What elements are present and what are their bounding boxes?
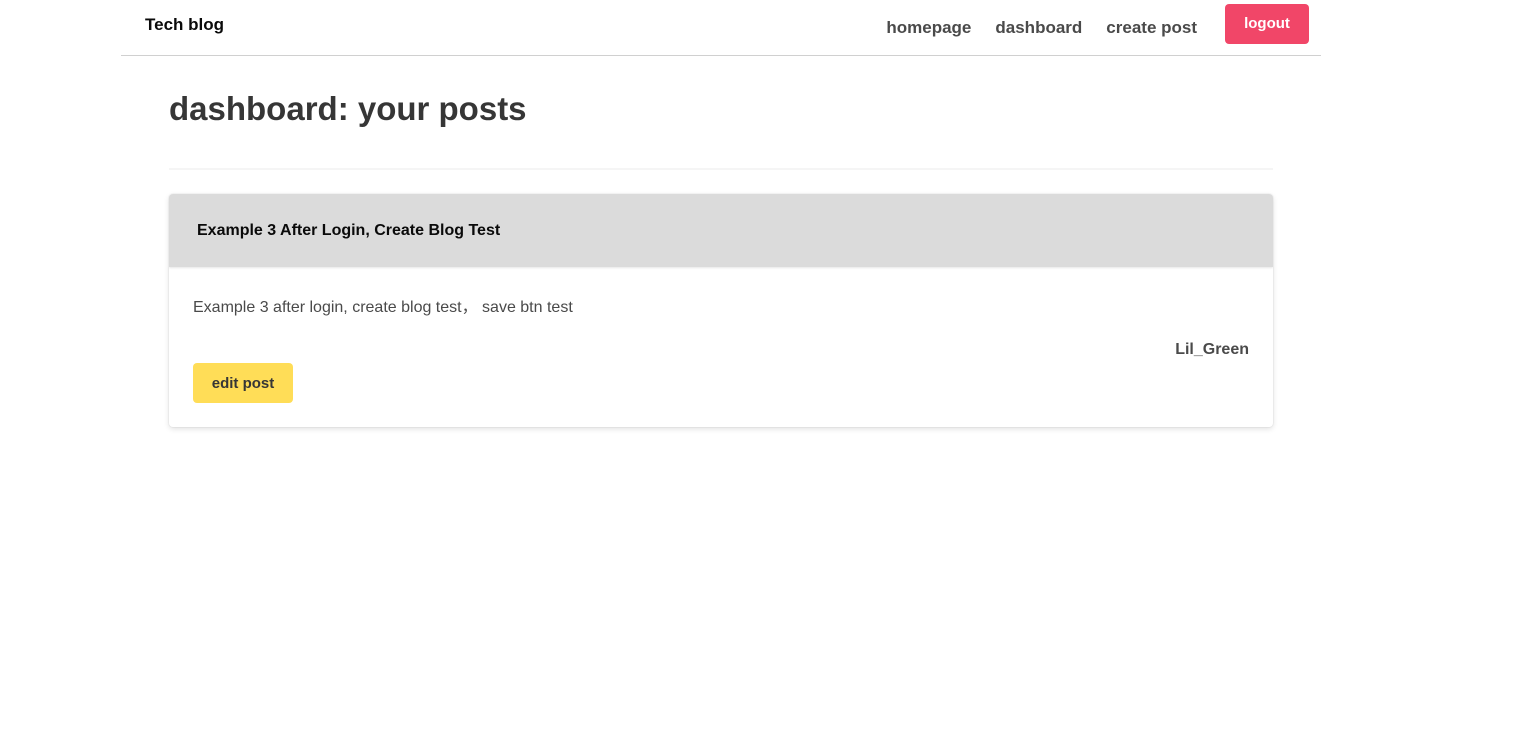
post-author: Lil_Green — [1175, 341, 1249, 358]
divider — [169, 168, 1273, 170]
post-card-header: Example 3 After Login, Create Blog Test — [169, 194, 1273, 267]
nav-link-homepage[interactable]: homepage — [886, 18, 971, 38]
post-title: Example 3 After Login, Create Blog Test — [197, 221, 501, 239]
post-card-body: Example 3 after login, create blog test，… — [169, 267, 1273, 427]
page-title: dashboard: your posts — [169, 90, 527, 127]
brand-logo[interactable]: Tech blog — [145, 15, 224, 35]
nav-links: homepage dashboard create post logout — [886, 0, 1321, 55]
post-card: Example 3 After Login, Create Blog Test … — [169, 194, 1273, 427]
post-content: Example 3 after login, create blog test，… — [193, 299, 573, 316]
nav-link-create-post[interactable]: create post — [1106, 18, 1197, 38]
navbar: Tech blog homepage dashboard create post… — [121, 0, 1321, 56]
nav-link-dashboard[interactable]: dashboard — [995, 18, 1082, 38]
logout-button[interactable]: logout — [1225, 3, 1309, 44]
edit-post-button[interactable]: edit post — [193, 363, 293, 403]
